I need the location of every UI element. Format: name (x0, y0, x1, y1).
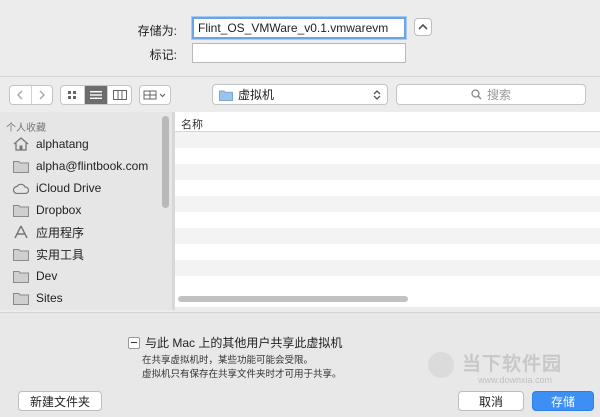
column-header-name[interactable]: 名称 (175, 112, 600, 132)
updown-arrows-icon (373, 89, 381, 100)
applications-icon (12, 224, 30, 240)
view-mode-control (60, 85, 132, 105)
folder-icon (12, 158, 30, 174)
folder-icon (12, 246, 30, 262)
sidebar-item-applications[interactable]: 应用程序 (12, 222, 84, 242)
sidebar-item-utilities[interactable]: 实用工具 (12, 244, 84, 264)
collapse-button[interactable] (414, 18, 432, 36)
share-checkbox-label: 与此 Mac 上的其他用户共享此虚拟机 (145, 336, 343, 350)
list-row-empty (175, 164, 600, 180)
sidebar-item-label: Sites (36, 291, 63, 305)
back-button[interactable] (10, 86, 32, 104)
filename-input[interactable]: Flint_OS_VMWare_v0.1.vmwarevm (192, 17, 406, 39)
location-popup[interactable]: 虚拟机 (212, 84, 388, 105)
cloud-icon (12, 180, 30, 196)
folder-icon (12, 268, 30, 284)
search-field[interactable]: 搜索 (396, 84, 586, 105)
list-view-button[interactable] (84, 86, 109, 104)
list-row-empty (175, 228, 600, 244)
chevron-left-icon (17, 90, 23, 100)
watermark-url: www.downxia.com (478, 375, 553, 385)
search-icon (471, 89, 482, 100)
watermark-brand: 当下软件园 (462, 354, 563, 375)
folder-icon (12, 202, 30, 218)
save-button[interactable]: 存储 (532, 391, 594, 411)
watermark-logo-icon (428, 352, 454, 378)
sidebar-scrollbar[interactable] (162, 116, 169, 208)
columns-icon (112, 90, 127, 100)
column-view-button[interactable] (108, 86, 131, 104)
save-as-label: 存储为: (137, 24, 177, 38)
divider (0, 76, 600, 77)
location-label: 虚拟机 (238, 88, 275, 102)
sidebar-item-dropbox[interactable]: Dropbox (12, 200, 81, 220)
share-note-2: 虚拟机只有保存在共享文件夹时才可用于共享。 (142, 369, 342, 380)
sidebar-item-label: Dev (36, 269, 58, 283)
chevron-up-icon (418, 23, 428, 30)
forward-button[interactable] (32, 86, 53, 104)
sidebar-item-label: Dropbox (36, 203, 82, 217)
cancel-button[interactable]: 取消 (458, 391, 524, 411)
nav-buttons (9, 85, 53, 105)
sidebar-item-label: iCloud Drive (36, 181, 102, 195)
home-icon (12, 136, 30, 152)
chevron-right-icon (39, 90, 45, 100)
sidebar-item-label: 实用工具 (36, 247, 85, 262)
list-row-empty (175, 196, 600, 212)
folder-icon (219, 90, 233, 101)
share-note-1: 在共享虚拟机时，某些功能可能会受限。 (142, 355, 314, 366)
sidebar-item-label: alphatang (36, 137, 89, 151)
share-checkbox[interactable] (128, 336, 140, 349)
grid-icon (68, 91, 77, 99)
list-icon (90, 91, 102, 99)
sidebar-item-sites[interactable]: Sites (12, 288, 63, 308)
new-folder-button[interactable]: 新建文件夹 (18, 391, 102, 411)
sidebar-item-label: alpha@flintbook.com (36, 159, 149, 173)
tags-label: 标记: (149, 48, 177, 62)
arrange-icon (143, 90, 166, 100)
mixed-state-icon (131, 341, 137, 344)
sidebar-item-home[interactable]: alphatang (12, 134, 89, 154)
sidebar-item-label: 应用程序 (36, 225, 85, 240)
list-row-empty (175, 260, 600, 276)
horizontal-scrollbar[interactable] (178, 296, 408, 302)
share-option[interactable]: 与此 Mac 上的其他用户共享此虚拟机 (128, 334, 342, 351)
list-row-empty (175, 132, 600, 148)
sidebar-item-dev[interactable]: Dev (12, 266, 57, 286)
sidebar-item-account[interactable]: alpha@flintbook.com (12, 156, 148, 176)
tags-input[interactable] (192, 43, 406, 63)
folder-icon (12, 290, 30, 306)
search-placeholder: 搜索 (486, 88, 511, 102)
icon-view-button[interactable] (61, 86, 85, 104)
sidebar-item-icloud[interactable]: iCloud Drive (12, 178, 101, 198)
arrange-menu-button[interactable] (139, 85, 171, 105)
sidebar-section-favorites: 个人收藏 (6, 123, 46, 134)
